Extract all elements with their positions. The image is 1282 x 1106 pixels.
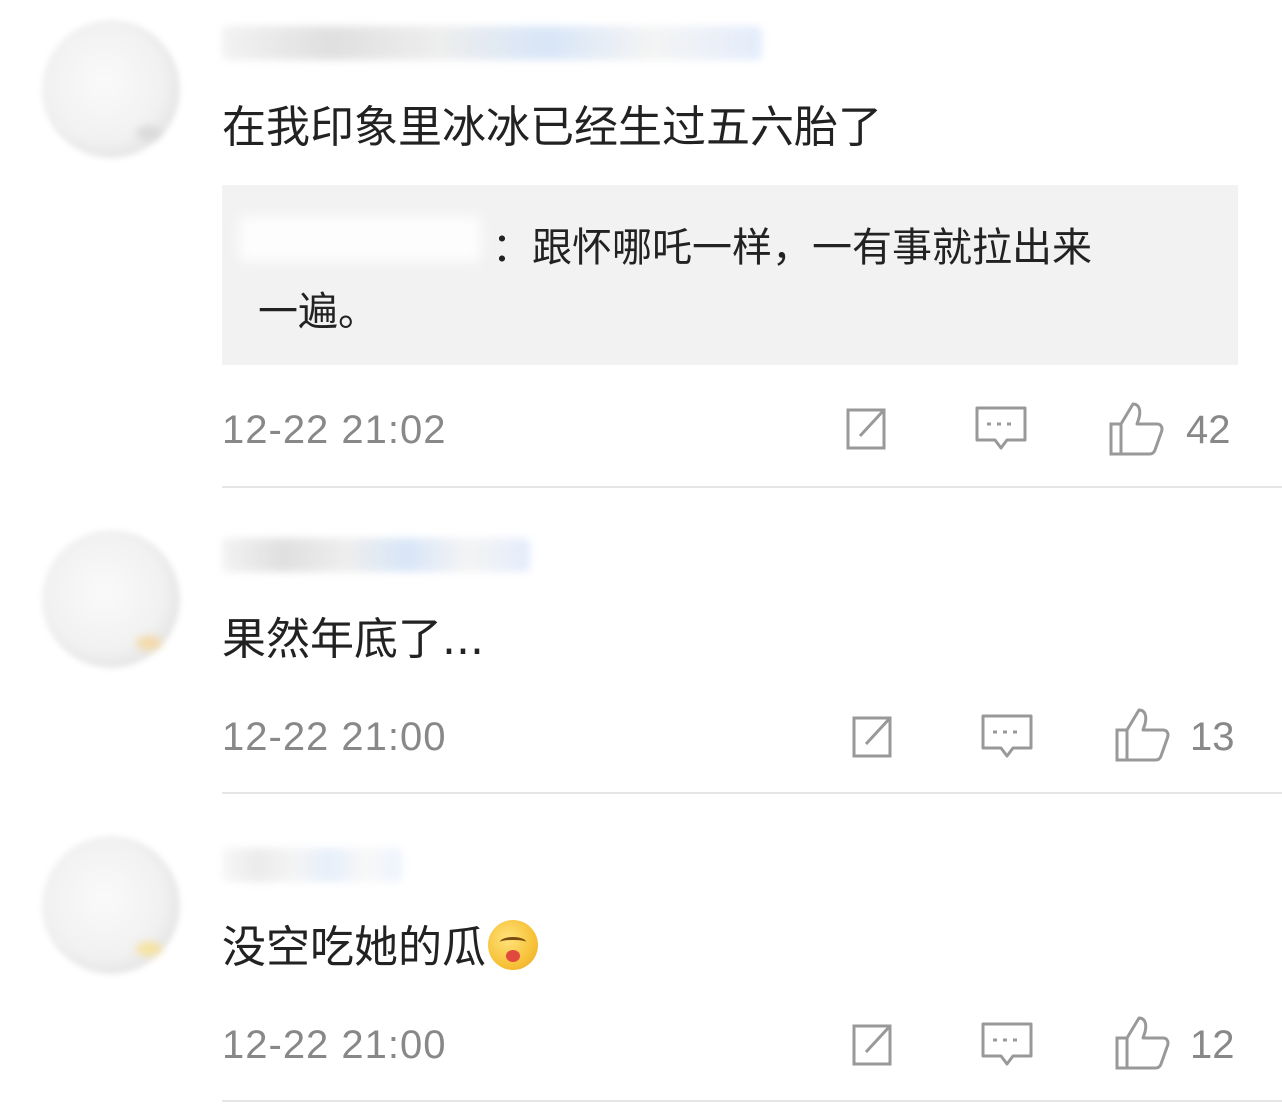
reply-preview[interactable]: ：跟怀哪吒一样，一有事就拉出来 一遍。 bbox=[222, 185, 1238, 365]
share-icon[interactable] bbox=[838, 402, 894, 458]
divider bbox=[222, 792, 1282, 794]
reply-text-line2: 一遍。 bbox=[258, 289, 378, 335]
yummy-face-emoji bbox=[488, 920, 538, 970]
comment-icon[interactable] bbox=[973, 402, 1029, 458]
thumbs-up-icon[interactable] bbox=[1111, 1012, 1173, 1074]
timestamp: 12-22 21:00 bbox=[222, 1023, 447, 1067]
comment-text-content: 没空吃她的瓜 bbox=[222, 922, 486, 973]
divider bbox=[222, 486, 1282, 488]
username-blurred[interactable] bbox=[222, 538, 530, 572]
comment-item: 在我印象里冰冰已经生过五六胎了 ：跟怀哪吒一样，一有事就拉出来 一遍。 12-2… bbox=[0, 0, 1282, 490]
comment-text: 没空吃她的瓜 bbox=[222, 920, 538, 976]
comment-text: 果然年底了... bbox=[222, 614, 484, 665]
like-count: 42 bbox=[1186, 408, 1231, 452]
like-count: 13 bbox=[1190, 715, 1235, 759]
reply-username-blurred[interactable] bbox=[240, 217, 480, 261]
like-count: 12 bbox=[1190, 1023, 1235, 1067]
thumbs-up-icon[interactable] bbox=[1111, 704, 1173, 766]
timestamp: 12-22 21:00 bbox=[222, 715, 447, 759]
avatar[interactable] bbox=[42, 530, 180, 668]
timestamp: 12-22 21:02 bbox=[222, 408, 447, 452]
comment-text: 在我印象里冰冰已经生过五六胎了 bbox=[222, 102, 882, 153]
share-icon[interactable] bbox=[844, 710, 900, 766]
thumbs-up-icon[interactable] bbox=[1105, 398, 1167, 460]
comment-item: 果然年底了... 12-22 21:00 13 bbox=[0, 490, 1282, 796]
comment-icon[interactable] bbox=[979, 1018, 1035, 1074]
reply-text-line1: ：跟怀哪吒一样，一有事就拉出来 bbox=[492, 225, 1092, 271]
share-icon[interactable] bbox=[844, 1018, 900, 1074]
avatar[interactable] bbox=[42, 20, 180, 158]
comment-item: 没空吃她的瓜 12-22 21:00 12 bbox=[0, 796, 1282, 1106]
username-blurred[interactable] bbox=[222, 26, 762, 60]
username-blurred[interactable] bbox=[222, 848, 402, 882]
divider bbox=[222, 1100, 1282, 1102]
avatar[interactable] bbox=[42, 836, 180, 974]
comment-icon[interactable] bbox=[979, 710, 1035, 766]
